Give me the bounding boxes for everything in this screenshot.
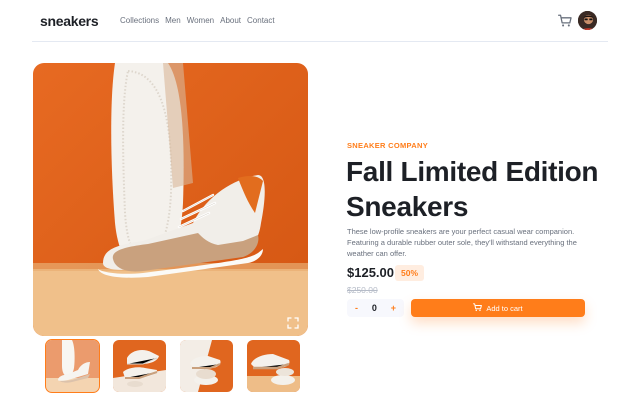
thumbnail-4[interactable] (247, 340, 300, 392)
thumbnail-3[interactable] (180, 340, 233, 392)
thumbnail-2[interactable] (113, 340, 166, 392)
product-description: These low-profile sneakers are your perf… (347, 227, 577, 258)
thumbnail-1[interactable] (45, 339, 100, 393)
cart-icon (473, 302, 483, 314)
header-divider (32, 41, 608, 42)
quantity-value: 0 (371, 303, 377, 313)
nav-women[interactable]: Women (187, 16, 214, 25)
nav-men[interactable]: Men (165, 16, 181, 25)
original-price: $250.00 (347, 285, 378, 295)
product-main-image[interactable] (33, 63, 308, 336)
discount-badge: 50% (395, 265, 424, 281)
current-price: $125.00 (347, 265, 394, 280)
avatar[interactable] (577, 10, 598, 31)
increase-quantity-button[interactable]: + (391, 303, 396, 313)
cart-icon[interactable] (558, 14, 572, 28)
company-label: SNEAKER COMPANY (347, 141, 429, 150)
decrease-quantity-button[interactable]: - (355, 303, 358, 313)
product-title: Fall Limited Edition Sneakers (346, 156, 599, 222)
main-nav: Collections Men Women About Contact (120, 16, 275, 25)
add-to-cart-label: Add to cart (486, 303, 523, 313)
nav-about[interactable]: About (220, 16, 241, 25)
nav-collections[interactable]: Collections (120, 16, 159, 25)
add-to-cart-button[interactable]: Add to cart (411, 299, 585, 317)
nav-contact[interactable]: Contact (247, 16, 275, 25)
logo[interactable]: sneakers (40, 13, 99, 29)
expand-icon[interactable] (287, 316, 299, 329)
quantity-stepper: - 0 + (347, 299, 404, 317)
